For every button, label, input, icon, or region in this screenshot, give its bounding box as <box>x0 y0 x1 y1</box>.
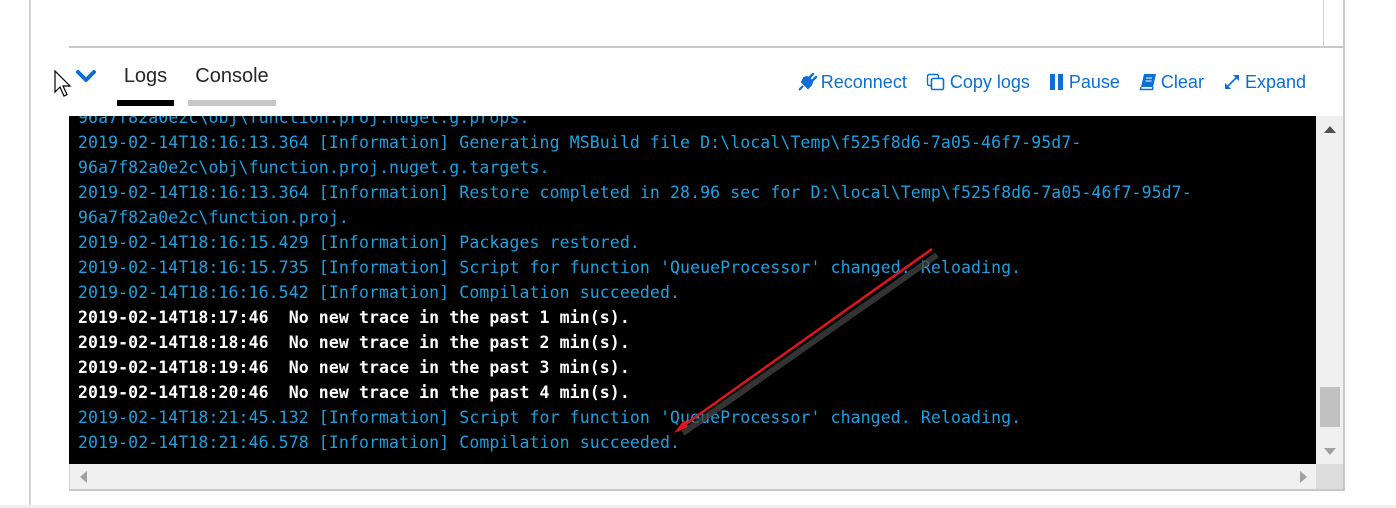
tab-logs-indicator <box>117 100 174 106</box>
log-line: 2019-02-14T18:20:46 No new trace in the … <box>78 383 630 402</box>
pause-button[interactable]: Pause <box>1049 72 1120 93</box>
log-line: 96a7f82a0e2c\obj\function.proj.nuget.g.t… <box>78 158 550 177</box>
log-line: 2019-02-14T18:16:13.364 [Information] Ge… <box>78 133 1082 152</box>
copy-logs-button[interactable]: Copy logs <box>926 72 1030 93</box>
scroll-thumb[interactable] <box>1320 387 1340 427</box>
expand-icon <box>1224 75 1239 89</box>
reconnect-label: Reconnect <box>820 71 907 92</box>
mouse-cursor-icon <box>54 70 72 97</box>
log-line: 2019-02-14T18:21:45.132 [Information] Sc… <box>78 408 1022 427</box>
chevron-down-icon <box>76 70 96 82</box>
clear-button[interactable]: Clear <box>1139 72 1204 93</box>
tab-console-indicator <box>188 100 276 106</box>
left-border <box>29 0 31 508</box>
horizontal-scrollbar[interactable] <box>69 464 1317 491</box>
scroll-right-arrow-icon[interactable] <box>1300 471 1307 483</box>
copy-icon <box>926 73 945 91</box>
log-line: 2019-02-14T18:16:15.429 [Information] Pa… <box>78 233 640 252</box>
tab-console[interactable]: Console <box>188 60 276 106</box>
tab-logs[interactable]: Logs <box>117 60 174 106</box>
clear-label: Clear <box>1160 71 1204 92</box>
scrollbar-corner <box>1316 464 1345 491</box>
reconnect-button[interactable]: Reconnect <box>797 72 907 93</box>
plug-icon <box>798 73 817 91</box>
collapse-button[interactable] <box>74 66 98 88</box>
log-line: 2019-02-14T18:19:46 No new trace in the … <box>78 358 630 377</box>
log-console[interactable]: 96a7f82a0e2c\obj\function.proj.nuget.g.p… <box>69 116 1316 464</box>
log-line: 2019-02-14T18:17:46 No new trace in the … <box>78 308 630 327</box>
scroll-down-arrow-icon[interactable] <box>1324 448 1336 455</box>
log-line: 2019-02-14T18:18:46 No new trace in the … <box>78 333 630 352</box>
log-toolbar: Reconnect Copy logs Pause Clear Expand <box>778 70 1306 94</box>
log-line: 96a7f82a0e2c\function.proj. <box>78 208 349 227</box>
book-icon <box>1139 74 1156 91</box>
upper-panel <box>69 0 1344 48</box>
pause-label: Pause <box>1068 71 1120 92</box>
vertical-scrollbar[interactable] <box>1316 116 1345 464</box>
expand-button[interactable]: Expand <box>1223 72 1306 93</box>
tab-console-label: Console <box>195 65 269 87</box>
log-line: 2019-02-14T18:21:46.578 [Information] Co… <box>78 433 681 452</box>
log-line: 96a7f82a0e2c\obj\function.proj.nuget.g.p… <box>78 116 530 127</box>
log-line: 2019-02-14T18:16:13.364 [Information] Re… <box>78 183 1192 202</box>
log-line: 2019-02-14T18:16:16.542 [Information] Co… <box>78 283 681 302</box>
copy-logs-label: Copy logs <box>949 71 1030 92</box>
log-line: 2019-02-14T18:16:15.735 [Information] Sc… <box>78 258 1022 277</box>
pause-icon <box>1049 74 1063 90</box>
upper-panel-divider <box>1323 0 1324 46</box>
scroll-left-arrow-icon[interactable] <box>80 471 87 483</box>
expand-label: Expand <box>1244 71 1306 92</box>
tab-logs-label: Logs <box>123 65 168 87</box>
log-lines: 96a7f82a0e2c\obj\function.proj.nuget.g.p… <box>78 116 1192 455</box>
scroll-up-arrow-icon[interactable] <box>1324 126 1336 133</box>
